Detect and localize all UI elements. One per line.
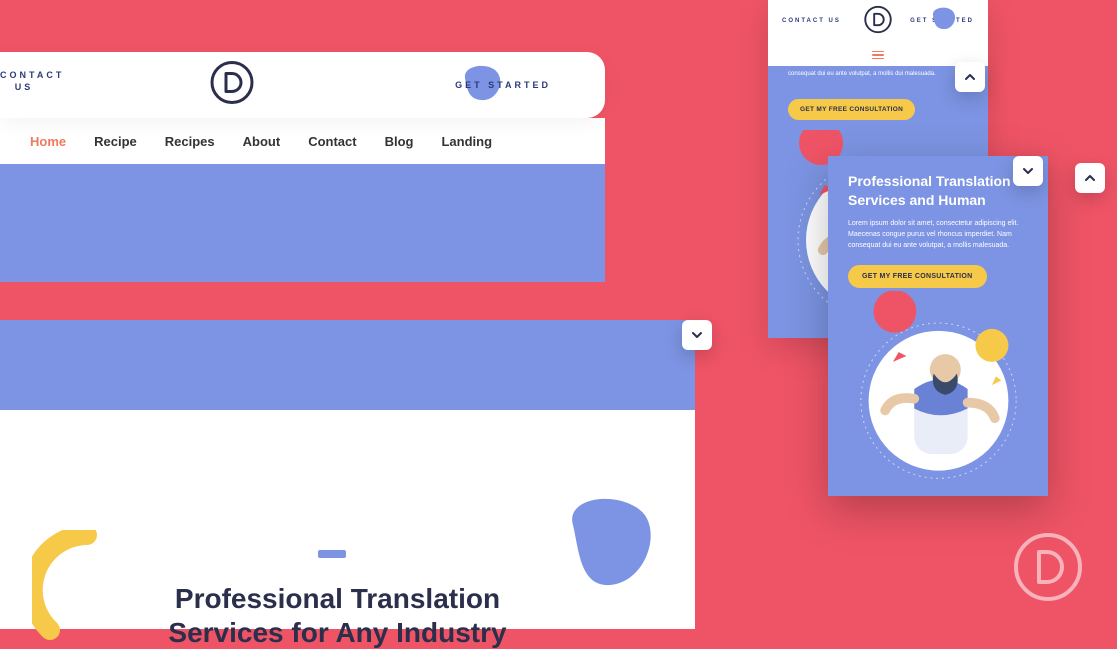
get-started-link[interactable]: GET STARTED <box>455 80 551 90</box>
hamburger-icon <box>872 51 884 60</box>
blue-blob-decoration <box>555 490 660 600</box>
nav-contact[interactable]: Contact <box>308 134 356 149</box>
nav-recipe[interactable]: Recipe <box>94 134 137 149</box>
divi-watermark <box>1013 532 1083 607</box>
hero-illustration-2 <box>856 291 1021 491</box>
desktop-hero-top <box>0 164 605 282</box>
mobile-hero-title-line1: Professional Translation <box>848 172 1028 191</box>
nav-landing[interactable]: Landing <box>441 134 492 149</box>
yellow-blob-decoration <box>32 530 112 645</box>
mobile-hero-body: Lorem ipsum dolor sit amet, consectetur … <box>828 218 1048 252</box>
chevron-down-icon <box>690 328 704 342</box>
divi-logo-icon <box>864 5 892 33</box>
nav-about[interactable]: About <box>243 134 281 149</box>
chevron-up-icon <box>1083 171 1097 185</box>
accent-dash <box>318 550 346 558</box>
desktop-header: CONTACT US GET STARTED Home Recipe Recip… <box>0 52 605 164</box>
collapse-desktop-preview[interactable] <box>1075 163 1105 193</box>
header-top-bar: CONTACT US GET STARTED <box>0 52 605 118</box>
mobile-hero-title-line2: Services and Human <box>848 191 1028 210</box>
nav-blog[interactable]: Blog <box>385 134 414 149</box>
hero-white-band: Professional Translation Services for An… <box>0 410 695 629</box>
chevron-up-icon <box>963 70 977 84</box>
collapse-mobile1-preview[interactable] <box>955 62 985 92</box>
mobile-cta-button-2[interactable]: GET MY FREE CONSULTATION <box>848 265 987 288</box>
expand-hero-preview[interactable] <box>682 320 712 350</box>
mobile-header-top: CONTACT US GET STARTED <box>768 0 988 44</box>
divi-logo-icon <box>1013 532 1083 602</box>
nav-home[interactable]: Home <box>30 134 66 149</box>
chevron-down-icon <box>1021 164 1035 178</box>
expand-mobile2-preview[interactable] <box>1013 156 1043 186</box>
divi-logo[interactable] <box>210 61 254 110</box>
mobile-preview-hero: Professional Translation Services and Hu… <box>828 156 1048 496</box>
mobile-header: CONTACT US GET STARTED <box>768 0 988 66</box>
mobile-header-blob <box>928 4 958 34</box>
mobile-contact-link[interactable]: CONTACT US <box>782 18 841 26</box>
mobile-menu-toggle[interactable] <box>768 44 988 66</box>
divi-logo-icon <box>210 61 254 105</box>
nav-recipes[interactable]: Recipes <box>165 134 215 149</box>
contact-us-link[interactable]: CONTACT US <box>0 70 48 93</box>
mobile-cta-button[interactable]: GET MY FREE CONSULTATION <box>788 99 915 120</box>
mobile-divi-logo[interactable] <box>864 5 892 38</box>
main-nav: Home Recipe Recipes About Contact Blog L… <box>0 118 605 164</box>
